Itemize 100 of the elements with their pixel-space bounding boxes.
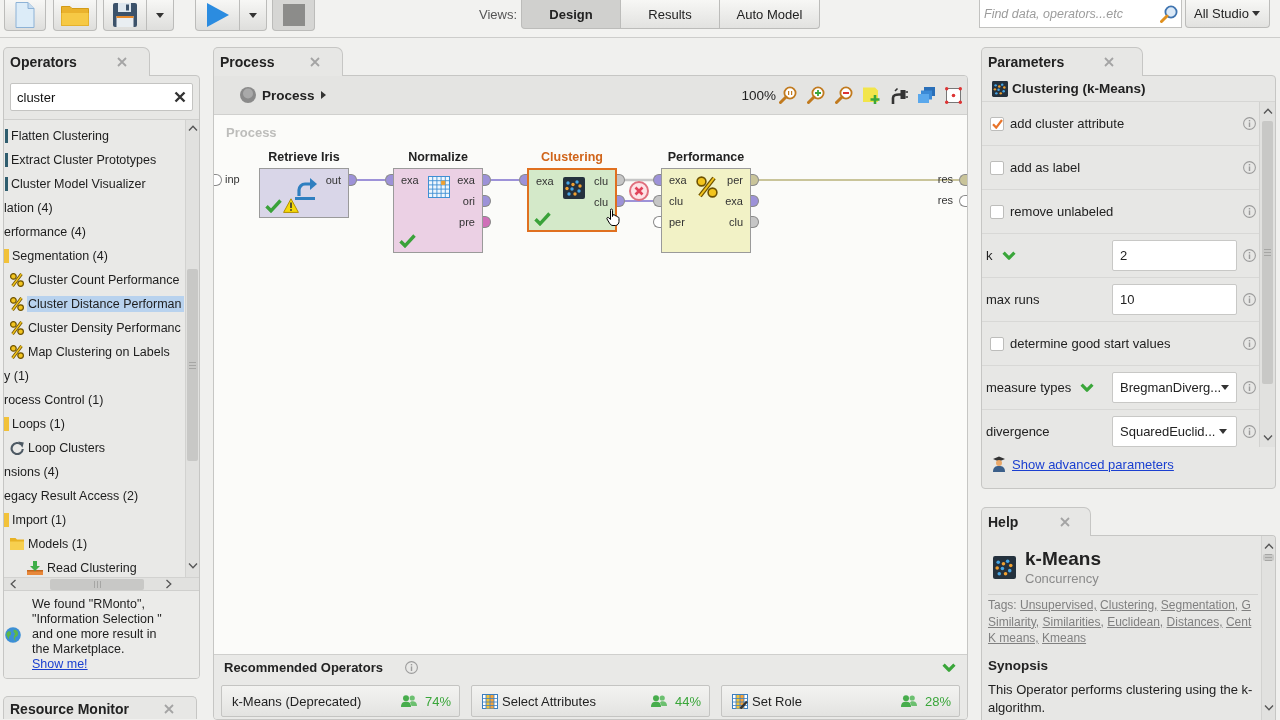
tree-item[interactable]: Loop Clusters [27, 440, 108, 456]
scrollbar[interactable] [4, 577, 199, 590]
tree-item[interactable]: Cluster Density Performanc [27, 320, 183, 336]
scrollbar[interactable] [185, 120, 199, 577]
input-port[interactable] [214, 174, 222, 186]
view-button[interactable]: Results [621, 0, 720, 29]
dropdown[interactable]: BregmanDiverg... [1112, 372, 1237, 403]
output-port[interactable] [483, 174, 491, 186]
info-icon[interactable] [1243, 381, 1256, 394]
new-button[interactable] [4, 0, 46, 31]
checkbox[interactable] [990, 336, 1004, 351]
tree-item[interactable]: Cluster Distance Performan [27, 296, 184, 312]
layers-icon[interactable] [918, 87, 935, 103]
advanced-parameters-link[interactable]: Show advanced parameters [1012, 456, 1174, 472]
chevron-down-icon[interactable] [1262, 435, 1273, 441]
number-field[interactable]: 2 [1112, 240, 1237, 271]
number-field[interactable]: 10 [1112, 284, 1237, 315]
output-port[interactable] [617, 195, 625, 207]
scrollbar-thumb[interactable] [1263, 554, 1274, 561]
connection-line[interactable] [625, 178, 653, 182]
x-circle-icon[interactable] [629, 180, 649, 201]
operator-node[interactable]: out [259, 168, 349, 218]
scrollbar[interactable] [1259, 102, 1275, 447]
dropdown-button[interactable] [147, 0, 174, 31]
checkbox[interactable] [990, 204, 1004, 219]
magnifier-icon[interactable] [779, 86, 797, 104]
search-icon[interactable] [1160, 5, 1178, 23]
clear-icon[interactable] [174, 91, 186, 103]
output-port[interactable] [751, 216, 759, 228]
output-port[interactable] [617, 174, 625, 186]
close-icon[interactable] [1104, 57, 1114, 67]
recommended-operator[interactable]: Set Role 28% [721, 685, 960, 717]
frame-icon[interactable] [945, 86, 962, 104]
info-icon[interactable] [1243, 337, 1256, 350]
close-icon[interactable] [1060, 517, 1070, 527]
panel-tab[interactable]: Help [981, 507, 1091, 536]
output-port[interactable] [751, 195, 759, 207]
input-port[interactable] [653, 195, 661, 207]
result-port[interactable] [959, 195, 967, 207]
save-button[interactable] [103, 0, 147, 31]
info-icon[interactable] [1243, 161, 1256, 174]
dropdown-button[interactable] [240, 0, 267, 31]
scrollbar[interactable] [1261, 536, 1275, 720]
info-icon[interactable] [1243, 293, 1256, 306]
chevron-right-icon[interactable] [166, 579, 172, 589]
tree-item[interactable]: erformance (4) [4, 224, 88, 240]
chevron-up-icon[interactable] [1263, 543, 1274, 549]
scrollbar-thumb[interactable] [50, 578, 144, 590]
input-port[interactable] [385, 174, 393, 186]
chevron-down-icon[interactable] [187, 563, 198, 569]
tree-item[interactable]: y (1) [4, 368, 31, 384]
tree-item[interactable]: Cluster Model Visualizer [10, 176, 148, 192]
recommended-operator[interactable]: Select Attributes 44% [471, 685, 710, 717]
input-port[interactable] [653, 174, 661, 186]
tree-item[interactable]: Extract Cluster Prototypes [10, 152, 159, 168]
scope-dropdown[interactable]: All Studio [1185, 0, 1270, 28]
scrollbar-thumb[interactable] [1262, 121, 1273, 384]
view-button[interactable]: Design [521, 0, 621, 29]
operator-node[interactable]: exa clu clu [527, 168, 617, 232]
caret-icon[interactable] [320, 91, 326, 99]
run-button[interactable] [195, 0, 240, 31]
plug-icon[interactable] [890, 86, 908, 104]
tree-item[interactable]: Map Clustering on Labels [27, 344, 172, 360]
tree-item[interactable]: Loops (1) [11, 416, 67, 432]
zoom-in-icon[interactable] [807, 86, 825, 104]
tree-item[interactable]: Models (1) [27, 536, 90, 552]
zoom-out-icon[interactable] [835, 86, 853, 104]
search-field[interactable]: Find data, operators...etc [979, 0, 1182, 28]
output-port[interactable] [349, 174, 357, 186]
note-icon[interactable] [863, 86, 880, 104]
output-port[interactable] [483, 195, 491, 207]
show-me-link[interactable]: Show me! [32, 657, 88, 671]
panel-tab[interactable]: Process [213, 47, 343, 76]
scrollbar-thumb[interactable] [187, 269, 198, 461]
tree-item[interactable]: nsions (4) [4, 464, 61, 480]
checkbox[interactable] [990, 116, 1004, 131]
close-icon[interactable] [117, 57, 127, 67]
input-port[interactable] [519, 174, 527, 186]
tree-item[interactable]: Segmentation (4) [11, 248, 110, 264]
tree-item[interactable]: rocess Control (1) [4, 392, 106, 408]
output-port[interactable] [483, 216, 491, 228]
chevron-up-icon[interactable] [1262, 108, 1273, 114]
view-button[interactable]: Auto Model [720, 0, 820, 29]
recommended-operator[interactable]: k-Means (Deprecated) 74% [221, 685, 460, 717]
dropdown[interactable]: SquaredEuclid... [1112, 416, 1237, 447]
chevron-down-icon[interactable] [1263, 705, 1274, 711]
chevron-up-icon[interactable] [187, 125, 198, 131]
info-icon[interactable] [1243, 425, 1256, 438]
tree-item[interactable]: lation (4) [4, 200, 55, 216]
chevron-left-icon[interactable] [10, 579, 16, 589]
panel-tab[interactable]: Parameters [981, 47, 1143, 76]
info-icon[interactable] [1243, 205, 1256, 218]
tree-item[interactable]: Import (1) [11, 512, 69, 528]
close-icon[interactable] [310, 57, 320, 67]
close-icon[interactable] [164, 704, 174, 714]
tree-item[interactable]: Read Clustering [46, 560, 139, 576]
input-port[interactable] [653, 216, 661, 228]
search-field[interactable]: cluster [10, 83, 193, 111]
info-icon[interactable] [404, 661, 418, 674]
tree-item[interactable]: egacy Result Access (2) [4, 488, 141, 504]
